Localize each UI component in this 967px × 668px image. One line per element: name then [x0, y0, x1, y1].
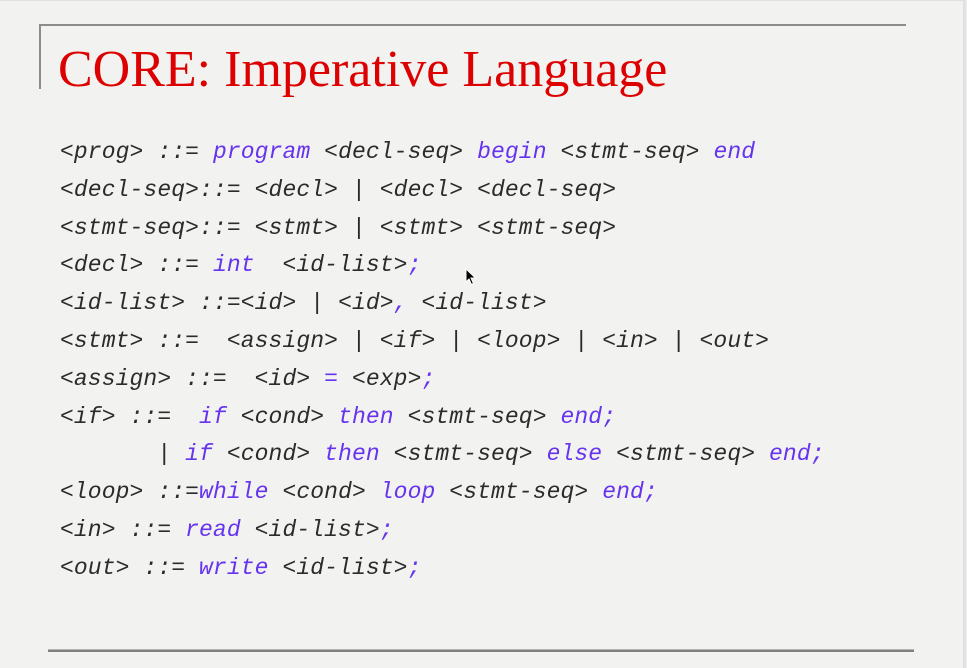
rule-keyword: end;	[560, 403, 617, 430]
rule-nonterminal: <stmt-seq>	[435, 479, 603, 506]
rule-keyword: ,	[393, 290, 408, 317]
title-frame-top-rule	[39, 24, 906, 26]
rule-nonterminal: <id>	[240, 365, 325, 392]
rule-nonterminal: <if>	[60, 403, 130, 430]
grammar-rule-decl-seq: <decl-seq>::= <decl> | <decl> <decl-seq>	[60, 172, 825, 210]
rule-keyword: then	[338, 403, 394, 430]
rule-keyword: if	[199, 403, 227, 430]
rule-nonterminal: <cond>	[212, 441, 325, 468]
rule-nonterminal: <in>	[60, 516, 130, 543]
rule-keyword: end;	[602, 479, 658, 506]
rule-operator: ::=	[129, 403, 186, 430]
grammar-rule-stmt: <stmt> ::= <assign> | <if> | <loop> | <i…	[60, 323, 825, 361]
page-top-edge	[0, 0, 967, 1]
rule-nonterminal: <cond>	[226, 403, 339, 430]
rule-nonterminal: <stmt-seq>	[602, 441, 770, 468]
rule-keyword: ;	[421, 365, 436, 392]
rule-nonterminal: <prog>	[60, 139, 158, 165]
rule-operator: ::=	[185, 365, 241, 392]
rule-nonterminal	[185, 404, 199, 430]
slide-title: CORE: Imperative Language	[58, 41, 668, 98]
rule-keyword: program	[212, 139, 311, 165]
rule-keyword: end	[713, 139, 756, 165]
rule-keyword: int	[212, 252, 255, 279]
rule-keyword: ;	[379, 516, 394, 543]
rule-nonterminal: <stmt-seq>	[546, 139, 714, 165]
rule-nonterminal: <stmt-seq>	[393, 403, 561, 430]
grammar-rule-prog: <prog> ::= program <decl-seq> begin <stm…	[60, 134, 825, 172]
rule-keyword: end;	[769, 441, 825, 468]
rule-operator: ::=	[157, 252, 213, 279]
rule-keyword: else	[546, 441, 603, 468]
rule-nonterminal: <decl> | <decl> <decl-seq>	[254, 176, 617, 203]
grammar-rule-out: <out> ::= write <id-list>;	[60, 550, 825, 588]
rule-nonterminal: |	[60, 441, 186, 468]
rule-nonterminal: <id-list>	[60, 290, 200, 317]
grammar-rule-stmt-seq: <stmt-seq>::= <stmt> | <stmt> <stmt-seq>	[60, 210, 825, 248]
grammar-rule-if-else: | if <cond> then <stmt-seq> else <stmt-s…	[60, 436, 825, 474]
rule-operator: ::=	[129, 516, 186, 543]
rule-operator: ::=	[143, 554, 200, 581]
bottom-rule	[48, 649, 914, 652]
rule-operator: ::=	[157, 479, 200, 506]
rule-keyword: then	[324, 441, 380, 468]
rule-keyword: ;	[407, 554, 422, 581]
rule-keyword: read	[185, 516, 241, 543]
rule-operator: ::=	[199, 290, 241, 317]
rule-nonterminal: <id-list>	[254, 252, 408, 279]
rule-nonterminal: <cond>	[268, 479, 380, 506]
rule-nonterminal: <decl>	[60, 252, 158, 279]
rule-nonterminal: <exp>	[338, 365, 422, 392]
grammar-rule-id-list: <id-list> ::=<id> | <id>, <id-list>	[60, 285, 825, 323]
rule-keyword: while	[199, 479, 269, 506]
rule-keyword: ;	[407, 252, 422, 279]
rule-nonterminal: <assign> | <if> | <loop> | <in> | <out>	[212, 327, 770, 354]
rule-keyword: loop	[379, 479, 436, 506]
rule-keyword: write	[199, 554, 269, 581]
rule-nonterminal: <stmt> | <stmt> <stmt-seq>	[254, 214, 617, 241]
rule-operator: ::=	[199, 214, 255, 241]
page-right-edge	[963, 0, 967, 668]
rule-operator: ::=	[157, 139, 213, 165]
rule-keyword: =	[324, 365, 339, 392]
grammar-rule-decl: <decl> ::= int <id-list>;	[60, 247, 825, 285]
title-frame-left-rule	[39, 24, 41, 89]
grammar-rules: <prog> ::= program <decl-seq> begin <stm…	[60, 134, 825, 588]
grammar-rule-assign: <assign> ::= <id> = <exp>;	[60, 361, 825, 399]
rule-nonterminal: <id> | <id>	[240, 290, 394, 317]
rule-nonterminal: <stmt-seq>	[379, 441, 547, 468]
rule-nonterminal: <loop>	[60, 479, 158, 506]
rule-nonterminal: <stmt>	[60, 327, 158, 354]
rule-nonterminal: <out>	[60, 554, 144, 581]
rule-nonterminal: <assign>	[60, 365, 186, 392]
rule-nonterminal: <id-list>	[240, 516, 380, 543]
rule-nonterminal: <id-list>	[407, 290, 547, 317]
rule-nonterminal: <stmt-seq>	[60, 214, 200, 241]
rule-keyword: begin	[477, 139, 547, 165]
rule-operator: ::=	[199, 176, 255, 203]
rule-keyword: if	[185, 441, 213, 468]
rule-operator: ::=	[157, 327, 213, 354]
rule-nonterminal: <decl-seq>	[60, 176, 200, 203]
mouse-pointer-icon	[465, 268, 477, 286]
grammar-rule-if: <if> ::= if <cond> then <stmt-seq> end;	[60, 399, 825, 437]
rule-nonterminal: <decl-seq>	[310, 139, 478, 165]
rule-nonterminal: <id-list>	[268, 554, 408, 581]
grammar-rule-loop: <loop> ::=while <cond> loop <stmt-seq> e…	[60, 474, 825, 512]
grammar-rule-in: <in> ::= read <id-list>;	[60, 512, 825, 550]
